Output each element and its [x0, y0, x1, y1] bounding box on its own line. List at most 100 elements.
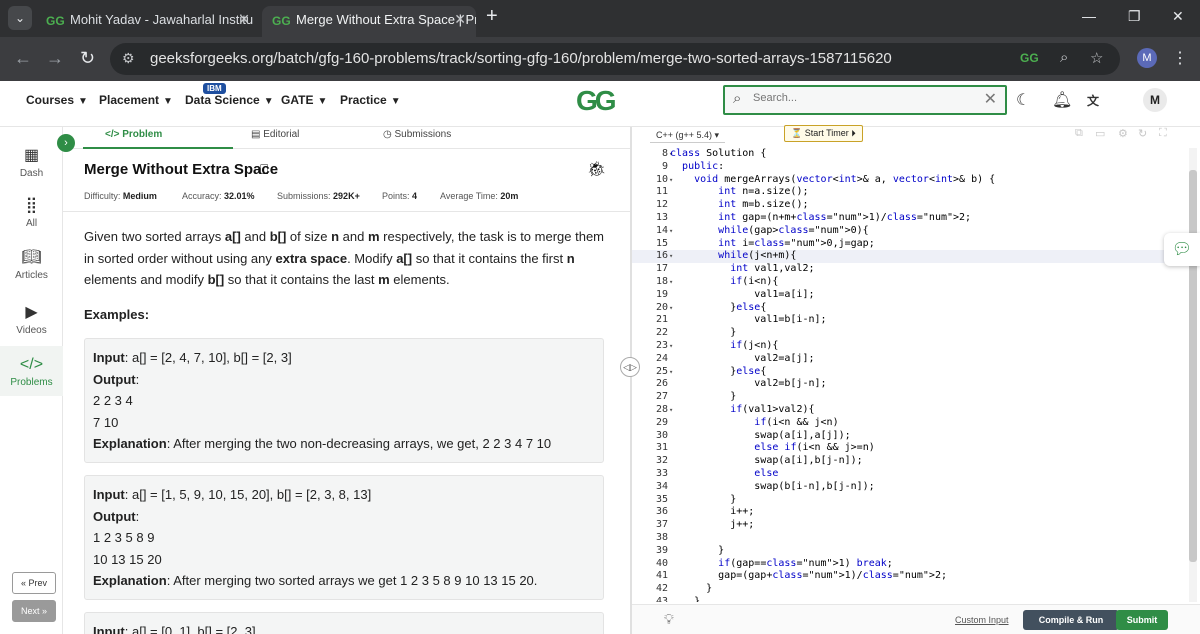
- tab-search-chevron-icon[interactable]: ⌄: [8, 6, 32, 30]
- code-line[interactable]: 9 public:: [632, 161, 1192, 174]
- fullscreen-icon[interactable]: ⛶: [1159, 127, 1167, 140]
- browser-profile-avatar[interactable]: M: [1137, 48, 1157, 68]
- menu-gate[interactable]: GATE ▼: [281, 93, 327, 107]
- report-bug-icon[interactable]: 🐞︎: [587, 160, 606, 178]
- notification-bell-icon[interactable]: 🔔︎: [1052, 90, 1072, 110]
- language-select[interactable]: C++ (g++ 5.4) ▾: [650, 127, 726, 143]
- close-tab-icon[interactable]: ✕: [238, 6, 250, 33]
- search-box[interactable]: ⌕ ✕: [723, 85, 1007, 115]
- code-line[interactable]: 34 swap(b[i-n],b[j-n]);: [632, 481, 1192, 494]
- code-line[interactable]: 22 }: [632, 327, 1192, 340]
- tab-editorial[interactable]: ▤ Editorial: [251, 129, 299, 140]
- prev-problem-button[interactable]: « Prev: [12, 572, 56, 594]
- zoom-magnifier-icon[interactable]: ⌕: [1060, 49, 1068, 66]
- omnibox[interactable]: ⚙ geeksforgeeks.org/batch/gfg-160-proble…: [110, 43, 1120, 75]
- restore-icon[interactable]: ❐: [1128, 8, 1141, 25]
- code-line[interactable]: 25 ▾ }else{: [632, 366, 1192, 379]
- compile-run-button[interactable]: Compile & Run: [1023, 610, 1119, 630]
- new-tab-plus-icon[interactable]: +: [486, 5, 498, 28]
- browser-tab-profile[interactable]: GG Mohit Yadav - Jawaharlal Institu ✕: [36, 6, 260, 37]
- code-line[interactable]: 23 ▾ if(j<n){: [632, 340, 1192, 353]
- code-line[interactable]: 40 if(gap==class="num">1) break;: [632, 558, 1192, 571]
- code-line[interactable]: 16 ▾ while(j<n+m){: [632, 250, 1192, 264]
- code-line[interactable]: 41 gap=(gap+class="num">1)/class="num">2…: [632, 570, 1192, 583]
- reload-icon[interactable]: ↻: [80, 48, 95, 69]
- menu-courses[interactable]: Courses ▼: [26, 93, 88, 107]
- code-line[interactable]: 39 }: [632, 545, 1192, 558]
- code-line[interactable]: 14 ▾ while(gap>class="num">0){: [632, 225, 1192, 238]
- copy-icon[interactable]: ⧉: [1075, 127, 1083, 140]
- code-line[interactable]: 33 else: [632, 468, 1192, 481]
- lightbulb-icon[interactable]: 💡︎: [664, 611, 674, 628]
- site-settings-icon[interactable]: ⚙: [122, 50, 135, 67]
- code-line[interactable]: 19 val1=a[i];: [632, 289, 1192, 302]
- next-problem-button[interactable]: Next »: [12, 600, 56, 622]
- clear-search-icon[interactable]: ✕: [984, 89, 997, 109]
- bookmark-star-icon[interactable]: ☆: [1090, 49, 1103, 67]
- file-icon[interactable]: ▭: [1095, 127, 1105, 140]
- code-line[interactable]: 11 int n=a.size();: [632, 186, 1192, 199]
- chat-icon[interactable]: 💬︎: [1164, 233, 1200, 266]
- sidebar-item-dash[interactable]: ▦ Dash: [0, 145, 63, 185]
- code-line[interactable]: 36 i++;: [632, 506, 1192, 519]
- url-text[interactable]: geeksforgeeks.org/batch/gfg-160-problems…: [150, 50, 892, 67]
- translate-icon[interactable]: 文: [1087, 92, 1099, 109]
- collapse-sidebar-chevron-icon[interactable]: ›: [57, 134, 75, 152]
- dark-mode-moon-icon[interactable]: ☾: [1016, 90, 1030, 110]
- menu-practice[interactable]: Practice ▼: [340, 93, 401, 107]
- start-timer-button[interactable]: ⏳ Start Timer ⏵: [784, 125, 863, 142]
- code-line[interactable]: 20 ▾ }else{: [632, 302, 1192, 315]
- settings-gear-icon[interactable]: ⚙: [1118, 127, 1128, 140]
- code-line[interactable]: 17 int val1,val2;: [632, 263, 1192, 276]
- code-line[interactable]: 12 int m=b.size();: [632, 199, 1192, 212]
- forward-arrow-icon[interactable]: →: [46, 48, 64, 69]
- submit-button[interactable]: Submit: [1116, 610, 1168, 630]
- desc-bold: m: [367, 229, 380, 244]
- desc-text: of size: [286, 229, 332, 244]
- sidebar-item-all[interactable]: ⣿ All: [0, 195, 63, 235]
- code-line[interactable]: 42 }: [632, 583, 1192, 596]
- sidebar-item-articles[interactable]: 📖︎ Articles: [0, 247, 63, 287]
- tab-problem[interactable]: </> Problem: [105, 129, 162, 140]
- code-line[interactable]: 26 val2=b[j-n];: [632, 378, 1192, 391]
- minimize-icon[interactable]: —: [1082, 8, 1096, 24]
- code-line[interactable]: 31 else if(i<n && j>=n): [632, 442, 1192, 455]
- custom-input-link[interactable]: Custom Input: [955, 615, 1009, 625]
- code-line[interactable]: 15 int i=class="num">0,j=gap;: [632, 238, 1192, 251]
- chevron-down-icon: ▼: [390, 96, 401, 107]
- code-line[interactable]: 18 ▾ if(i<n){: [632, 276, 1192, 289]
- code-line[interactable]: 10 ▾ void mergeArrays(vector<int>& a, vec…: [632, 174, 1192, 187]
- menu-data-science[interactable]: Data Science ▼: [185, 93, 274, 107]
- code-line[interactable]: 35 }: [632, 494, 1192, 507]
- search-input[interactable]: [753, 92, 973, 104]
- reset-icon[interactable]: ↻: [1138, 127, 1147, 140]
- close-tab-icon[interactable]: ✕: [454, 6, 466, 33]
- code-line[interactable]: 24 val2=a[j];: [632, 353, 1192, 366]
- gfg-extension-icon[interactable]: GG: [1020, 51, 1039, 65]
- code-area[interactable]: 8 ▾ class Solution {9 public: 10 ▾ void merg…: [632, 148, 1192, 602]
- sidebar-item-videos[interactable]: ▶ Videos: [0, 302, 63, 342]
- code-line[interactable]: 21 val1=b[i-n];: [632, 314, 1192, 327]
- code-line[interactable]: 37 j++;: [632, 519, 1192, 532]
- back-arrow-icon[interactable]: ←: [14, 48, 32, 69]
- code-line[interactable]: 38: [632, 532, 1192, 545]
- gfg-logo[interactable]: GG: [576, 85, 617, 117]
- sidebar-item-problems[interactable]: </> Problems: [0, 346, 63, 396]
- menu-placement[interactable]: Placement ▼: [99, 93, 173, 107]
- code-line[interactable]: 30 swap(a[i],a[j]);: [632, 430, 1192, 443]
- editor-scrollbar-thumb[interactable]: [1189, 170, 1197, 562]
- window-close-icon[interactable]: ✕: [1172, 8, 1184, 25]
- user-avatar[interactable]: M: [1143, 88, 1167, 112]
- browser-menu-icon[interactable]: ⋮: [1172, 48, 1188, 68]
- code-line[interactable]: 43 }: [632, 596, 1192, 602]
- code-line[interactable]: 28 ▾ if(val1>val2){: [632, 404, 1192, 417]
- code-line[interactable]: 13 int gap=(n+m+class="num">1)/class="nu…: [632, 212, 1192, 225]
- browser-tab-problem[interactable]: GG Merge Without Extra Space | Pr ✕: [262, 6, 476, 37]
- bookmark-icon[interactable]: ⎕: [260, 161, 268, 178]
- code-line[interactable]: 8 ▾ class Solution {: [632, 148, 1192, 161]
- code-line[interactable]: 27 }: [632, 391, 1192, 404]
- resize-handle-icon[interactable]: ◁▷: [620, 357, 640, 377]
- tab-submissions[interactable]: ◷ Submissions: [383, 129, 451, 140]
- code-line[interactable]: 32 swap(a[i],b[j-n]);: [632, 455, 1192, 468]
- code-line[interactable]: 29 if(i<n && j<n): [632, 417, 1192, 430]
